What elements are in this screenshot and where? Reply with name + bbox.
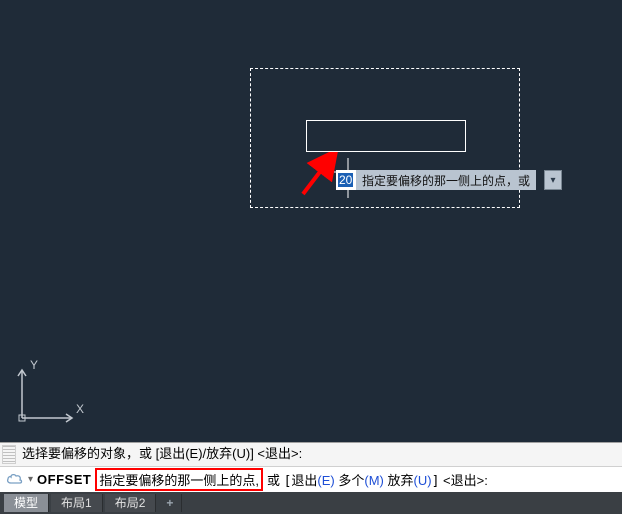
command-area: 选择要偏移的对象，或 [退出(E)/放弃(U)] <退出>: ▾ OFFSET …	[0, 442, 622, 492]
ucs-icon: Y X	[16, 364, 86, 424]
dynamic-input-tooltip[interactable]: 20 指定要偏移的那一侧上的点，或 ▾	[336, 170, 562, 190]
command-recent-dropdown[interactable]: ▾	[28, 474, 33, 485]
tab-add-layout[interactable]: +	[158, 494, 182, 512]
command-grip[interactable]	[2, 445, 16, 464]
command-tail: 或 [退出(E) 多个(M) 放弃(U)] <退出>:	[267, 470, 488, 489]
command-history-line: 选择要偏移的对象，或 [退出(E)/放弃(U)] <退出>:	[22, 446, 302, 461]
command-prompt-highlight: 指定要偏移的那一侧上的点,	[95, 468, 263, 491]
command-history: 选择要偏移的对象，或 [退出(E)/放弃(U)] <退出>:	[0, 443, 622, 467]
status-bar: 模型 布局1 布局2 +	[0, 492, 622, 514]
command-cloud-icon[interactable]	[6, 472, 24, 486]
rectangle-object[interactable]	[306, 120, 466, 152]
command-line[interactable]: ▾ OFFSET 指定要偏移的那一侧上的点, 或 [退出(E) 多个(M) 放弃…	[0, 467, 622, 492]
tab-model[interactable]: 模型	[4, 494, 49, 512]
dynamic-input-dropdown[interactable]: ▾	[544, 170, 562, 190]
command-name: OFFSET	[37, 472, 91, 487]
tab-layout2[interactable]: 布局2	[105, 494, 157, 512]
tab-layout1[interactable]: 布局1	[51, 494, 103, 512]
dynamic-input-value[interactable]: 20	[336, 170, 356, 190]
drawing-canvas[interactable]: 20 指定要偏移的那一侧上的点，或 ▾ Y X	[0, 0, 622, 442]
ucs-x-label: X	[76, 402, 84, 416]
ucs-y-label: Y	[30, 358, 38, 372]
dynamic-input-prompt: 指定要偏移的那一侧上的点，或	[356, 170, 536, 190]
